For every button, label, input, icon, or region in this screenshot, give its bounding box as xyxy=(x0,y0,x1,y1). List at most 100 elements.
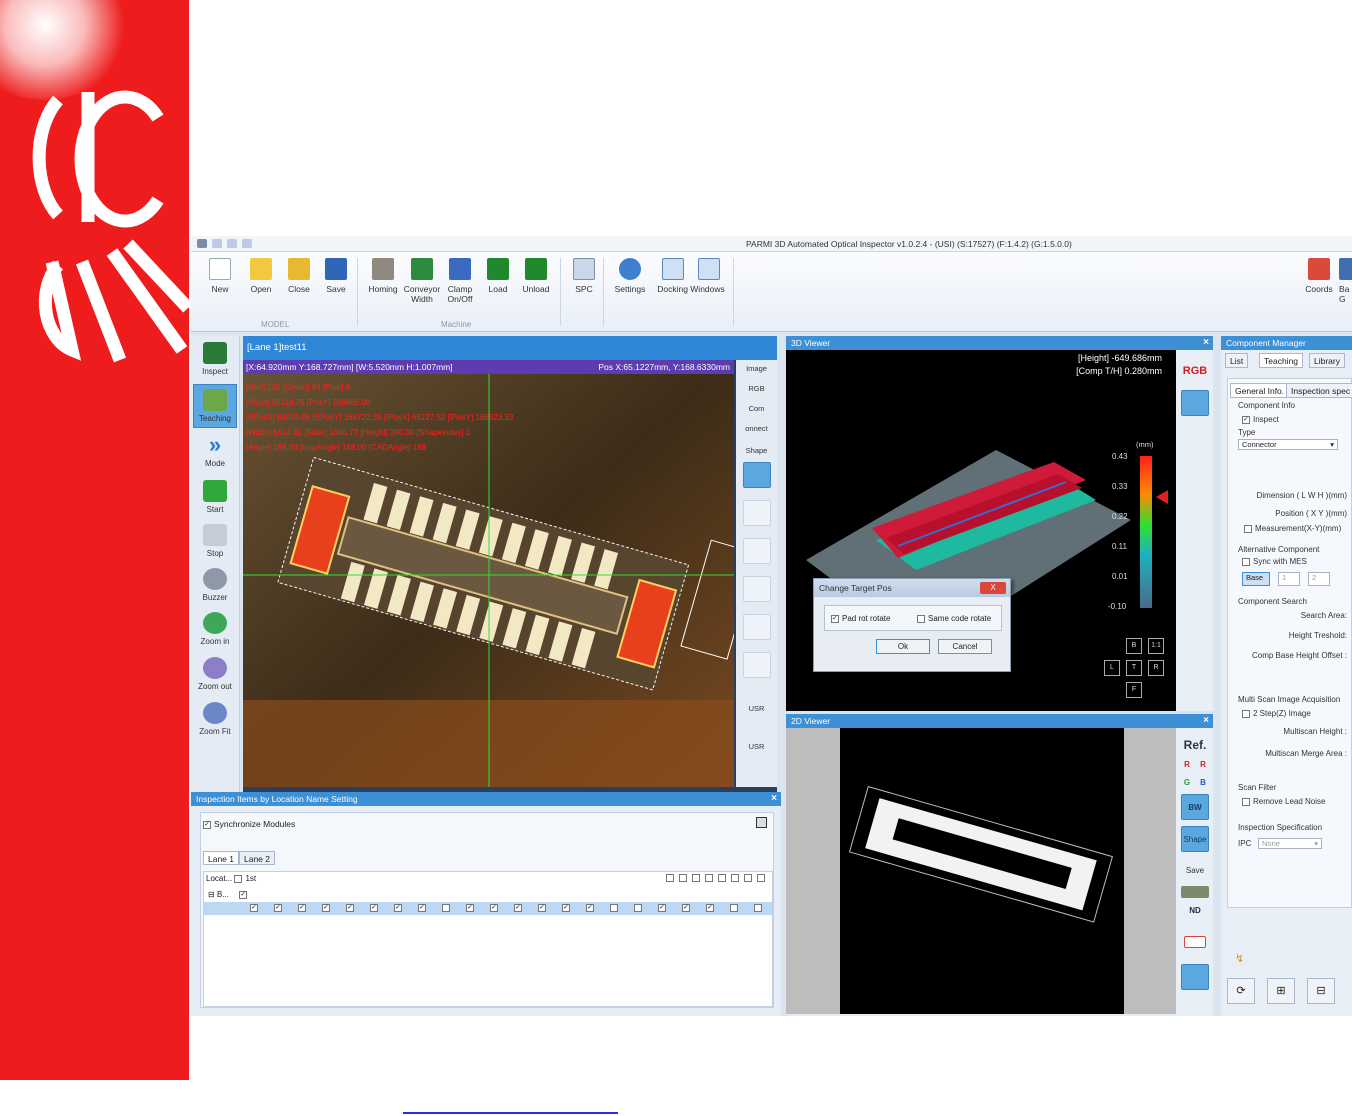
tab-inspection-spec[interactable]: Inspection spec xyxy=(1286,383,1352,398)
stop-tool[interactable]: Stop xyxy=(193,520,237,564)
close-button[interactable]: Close xyxy=(283,258,315,294)
cancel-button[interactable]: Cancel xyxy=(938,639,992,654)
alt-2-button[interactable]: 2 xyxy=(1308,572,1330,586)
bw-button[interactable]: BW xyxy=(1181,794,1209,820)
r-channel-button[interactable]: R xyxy=(1180,758,1194,772)
item-checkbox[interactable]: ✓ xyxy=(658,904,666,912)
start-tool[interactable]: Start xyxy=(193,476,237,520)
item-checkbox[interactable]: ✓ xyxy=(370,904,378,912)
rgb-option[interactable]: RGB xyxy=(736,384,777,393)
bottom-link-underline[interactable] xyxy=(403,1112,618,1114)
view-3d-mode-icon[interactable] xyxy=(1181,390,1209,416)
new-button[interactable]: New xyxy=(205,258,235,294)
save-button[interactable]: Save xyxy=(321,258,351,294)
b-channel-button[interactable]: B xyxy=(1196,776,1210,790)
dialog-close-button[interactable]: X xyxy=(980,582,1006,594)
type-select[interactable]: Connector ▾ xyxy=(1238,439,1338,450)
tab-library[interactable]: Library xyxy=(1309,353,1345,368)
refresh-button[interactable]: ⟳ xyxy=(1227,978,1255,1004)
qa-save-icon[interactable] xyxy=(212,239,222,248)
load-button[interactable]: Load xyxy=(482,258,514,294)
base-button[interactable]: Base xyxy=(1242,572,1270,586)
partial-button[interactable]: Ba G xyxy=(1339,258,1352,304)
settings-button[interactable]: Settings xyxy=(611,258,649,294)
homing-button[interactable]: Homing xyxy=(365,258,401,294)
ref-button[interactable]: Ref. xyxy=(1181,732,1209,758)
spc-button[interactable]: SPC xyxy=(569,258,599,294)
shape-button[interactable]: Shape xyxy=(1181,826,1209,852)
close-icon[interactable]: × xyxy=(1203,336,1209,350)
conveyor-width-button[interactable]: Conveyor Width xyxy=(402,258,442,304)
item-checkbox[interactable]: ✓ xyxy=(514,904,522,912)
zoom-fit-tool[interactable]: Zoom Fit xyxy=(193,698,237,742)
tab-lane-1[interactable]: Lane 1 xyxy=(203,851,239,865)
g-channel-button[interactable]: G xyxy=(1180,776,1194,790)
sync-mes-checkbox[interactable]: Sync with MES xyxy=(1242,557,1307,566)
item-checkbox[interactable]: ✓ xyxy=(490,904,498,912)
item-checkbox[interactable]: ✓ xyxy=(346,904,354,912)
item-checkbox[interactable] xyxy=(634,904,642,912)
qa-undo-icon[interactable] xyxy=(227,239,237,248)
open-button[interactable]: Open xyxy=(245,258,277,294)
usr-option[interactable]: USR xyxy=(736,742,777,751)
item-checkbox[interactable]: ✓ xyxy=(394,904,402,912)
item-checkbox[interactable] xyxy=(754,904,762,912)
usr-option[interactable]: USR xyxy=(736,704,777,713)
save-icon[interactable] xyxy=(756,817,767,828)
r-channel-button[interactable]: R xyxy=(1196,758,1210,772)
checkbox[interactable]: ✓ xyxy=(203,820,211,829)
rectangle-icon[interactable] xyxy=(1184,936,1206,948)
unload-button[interactable]: Unload xyxy=(518,258,554,294)
filter-icon[interactable] xyxy=(1181,886,1209,898)
shape-rect-button[interactable] xyxy=(743,462,771,488)
rgb-button[interactable]: RGB xyxy=(1181,358,1209,384)
view-left-button[interactable]: L xyxy=(1104,660,1120,676)
buzzer-tool[interactable]: Buzzer xyxy=(193,564,237,608)
viewer-3d-canvas[interactable]: [Height] -649.686mm [Comp T/H] 0.280mm (m… xyxy=(786,350,1176,711)
tab-lane-2[interactable]: Lane 2 xyxy=(239,851,275,865)
inspect-checkbox[interactable]: ✓ Inspect xyxy=(1242,415,1279,424)
clamp-button[interactable]: Clamp On/Off xyxy=(442,258,478,304)
view-right-button[interactable]: R xyxy=(1148,660,1164,676)
view-back-button[interactable]: B xyxy=(1126,638,1142,654)
teaching-tool[interactable]: Teaching xyxy=(193,384,237,428)
item-checkbox[interactable]: ✓ xyxy=(274,904,282,912)
pad-rot-rotate-checkbox[interactable]: ✓ Pad rot rotate xyxy=(831,614,890,623)
table-row[interactable]: ✓ ✓ ✓ ✓ ✓ ✓ ✓ ✓ ✓ ✓ ✓ ✓ ✓ ✓ ✓ ✓ ✓ xyxy=(204,902,772,915)
mode-tool[interactable]: » Mode xyxy=(193,430,237,474)
inspect-tool[interactable]: Inspect xyxy=(193,338,237,382)
item-checkbox[interactable]: ✓ xyxy=(586,904,594,912)
item-checkbox[interactable]: ✓ xyxy=(682,904,690,912)
crop-add-button[interactable] xyxy=(743,576,771,602)
tab-teaching[interactable]: Teaching xyxy=(1259,353,1304,368)
remove-lead-noise-checkbox[interactable]: Remove Lead Noise xyxy=(1242,797,1325,806)
item-checkbox[interactable]: ✓ xyxy=(466,904,474,912)
viewer-2d-canvas[interactable] xyxy=(786,728,1176,1014)
multi-crop-button[interactable] xyxy=(743,614,771,640)
sync-modules-checkbox[interactable]: ✓ Synchronize Modules xyxy=(203,819,295,829)
alt-1-button[interactable]: 1 xyxy=(1278,572,1300,586)
view-top-button[interactable]: T xyxy=(1126,660,1142,676)
item-checkbox[interactable]: ✓ xyxy=(706,904,714,912)
view-front-button[interactable]: F xyxy=(1126,682,1142,698)
item-checkbox[interactable]: ✓ xyxy=(418,904,426,912)
connect-option[interactable]: onnect xyxy=(736,424,777,433)
close-icon[interactable]: × xyxy=(771,792,777,806)
item-checkbox[interactable] xyxy=(730,904,738,912)
quick-access-toolbar[interactable] xyxy=(197,239,252,248)
ok-button[interactable]: Ok xyxy=(876,639,930,654)
ipc-select[interactable]: None ▾ xyxy=(1258,838,1322,849)
tab-general-info[interactable]: General Info. xyxy=(1230,383,1290,398)
group-row[interactable]: ⊟ B... ✓ xyxy=(208,890,250,899)
zoom-out-tool[interactable]: Zoom out xyxy=(193,653,237,697)
crop-sub-button[interactable] xyxy=(743,652,771,678)
tab-list[interactable]: List xyxy=(1225,353,1249,368)
fill-rect-icon[interactable] xyxy=(1181,964,1209,990)
tree-button[interactable]: ⊞ xyxy=(1267,978,1295,1004)
item-checkbox[interactable]: ✓ xyxy=(562,904,570,912)
item-checkbox[interactable] xyxy=(610,904,618,912)
same-code-rotate-checkbox[interactable]: Same code rotate xyxy=(917,614,991,623)
two-step-checkbox[interactable]: 2 Step(Z) Image xyxy=(1242,709,1311,718)
item-checkbox[interactable]: ✓ xyxy=(322,904,330,912)
item-checkbox[interactable]: ✓ xyxy=(298,904,306,912)
